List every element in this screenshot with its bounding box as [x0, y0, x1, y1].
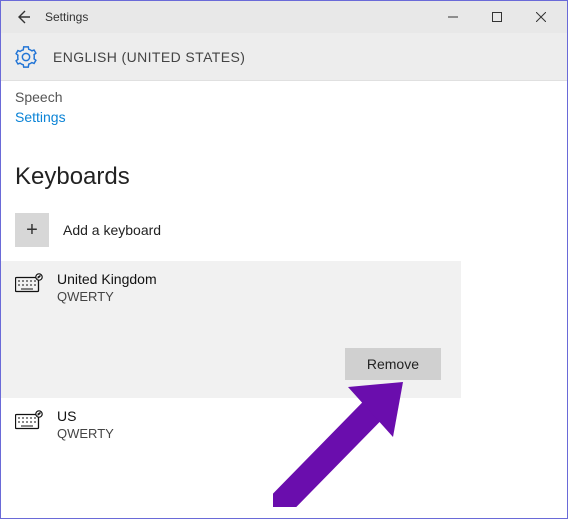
top-nav: Speech Settings [1, 81, 567, 133]
add-keyboard-button[interactable]: + Add a keyboard [1, 207, 567, 253]
window-title: Settings [45, 10, 431, 24]
maximize-icon [492, 12, 502, 22]
keyboard-name: US [57, 408, 114, 424]
close-icon [536, 12, 546, 22]
close-button[interactable] [519, 1, 563, 33]
keyboard-item-selected[interactable]: United Kingdom QWERTY Remove [1, 261, 461, 398]
add-keyboard-label: Add a keyboard [63, 222, 161, 238]
keyboard-icon [15, 410, 43, 430]
keyboards-heading: Keyboards [1, 133, 567, 207]
back-button[interactable] [5, 1, 41, 33]
window-controls [431, 1, 563, 33]
keyboard-item[interactable]: US QWERTY [1, 398, 567, 453]
minimize-icon [448, 12, 458, 22]
remove-button[interactable]: Remove [345, 348, 441, 380]
language-header: ENGLISH (UNITED STATES) [1, 33, 567, 81]
maximize-button[interactable] [475, 1, 519, 33]
language-header-title: ENGLISH (UNITED STATES) [53, 49, 245, 65]
nav-speech[interactable]: Speech [15, 87, 553, 107]
plus-icon: + [15, 213, 49, 247]
nav-settings[interactable]: Settings [15, 107, 553, 127]
keyboard-layout: QWERTY [57, 426, 114, 441]
gear-icon [15, 46, 37, 68]
keyboard-name: United Kingdom [57, 271, 157, 287]
keyboard-icon [15, 273, 43, 293]
titlebar: Settings [1, 1, 567, 33]
back-arrow-icon [15, 9, 31, 25]
minimize-button[interactable] [431, 1, 475, 33]
keyboard-layout: QWERTY [57, 289, 157, 304]
